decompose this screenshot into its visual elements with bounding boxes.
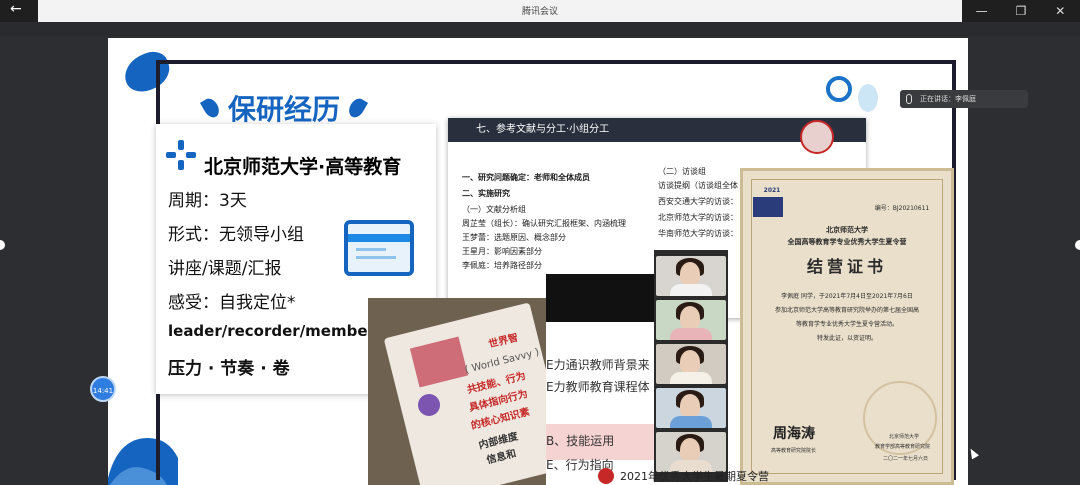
doc-line: 一、研究问题确定：老师和全体成员: [462, 173, 590, 182]
speaking-indicator: 正在讲话：李佩庭: [900, 90, 1028, 108]
card-line: 讲座/课题/汇报: [168, 259, 282, 279]
cert-right-org: 北京师范大学: [889, 434, 920, 440]
doc-line: 王梦蕾：选题原因、概念部分: [462, 233, 566, 242]
doc-line: 西安交通大学的访谈：: [658, 197, 738, 206]
speaker-label: 正在讲话：李佩庭: [920, 95, 976, 103]
doc-line: 华南师范大学的访谈：: [658, 229, 738, 238]
certificate: 2021 编号：BJ20210611 北京师范大学 全国高等教育学专业优秀大学生…: [740, 168, 954, 485]
decor-ring: [826, 76, 852, 102]
browser-window-icon: [344, 220, 414, 276]
card-line: 感受：自我定位*: [168, 293, 296, 313]
window-controls: — ❐ ✕: [962, 0, 1080, 22]
heading-text: 保研经历: [228, 93, 341, 126]
window-title: 腾讯会议: [521, 7, 558, 17]
participant-tile[interactable]: [656, 432, 726, 472]
cert-org: 北京师范大学: [826, 226, 868, 234]
certificate-logo: [753, 197, 783, 217]
card-line: 形式：无领导小组: [168, 225, 304, 245]
cert-date: 二〇二一年七月六日: [883, 456, 929, 462]
meeting-timer[interactable]: 14:41: [90, 376, 116, 402]
title-bar: ← 腾讯会议 — ❐ ✕: [0, 0, 1080, 22]
cert-subtitle: 全国高等教育学专业优秀大学生夏令营: [787, 238, 907, 246]
doc-line: （二）访谈组: [658, 167, 706, 176]
cert-body: 参加北京师范大学高等教育研究院举办的第七届全国高: [774, 307, 919, 314]
doc-line: 王星月：影响因素部分: [462, 247, 542, 256]
inner-slide-strip: E力通识教师背景来 E力教师教育课程体 B、技能运用 E、行为指向: [546, 274, 654, 484]
cert-badge: 2021: [763, 187, 781, 194]
card-line: 周期：3天: [168, 191, 247, 211]
participant-tile[interactable]: [656, 256, 726, 296]
book-photo: 世界智 ( World Savvy ) 共技能、行为 具体指向行为 的核心知识素…: [368, 298, 546, 485]
card-line: 压力 · 节奏 · 卷: [168, 359, 290, 379]
cert-name-line: 李佩庭 同学，于2021年7月4日至2021年7月6日: [781, 293, 913, 300]
cert-serial: 编号：BJ20210611: [874, 205, 930, 212]
doc-line: 李佩庭：培养路径部分: [462, 261, 542, 270]
cert-title: 结营证书: [806, 257, 887, 276]
participant-tile[interactable]: [656, 388, 726, 428]
minimize-icon[interactable]: —: [962, 0, 1001, 22]
doc-line: 北京师范大学的访谈：: [658, 213, 738, 222]
cert-sign-title: 高等教育研究院院长: [771, 448, 817, 454]
cert-signature: 周海涛: [773, 426, 815, 442]
doc-line: 访谈提纲（访谈组全体: [658, 181, 738, 190]
participant-tile[interactable]: [656, 300, 726, 340]
doc-line: （一）文献分析组: [462, 205, 526, 214]
maximize-icon[interactable]: ❐: [1001, 0, 1040, 22]
cert-right-org: 教育学部高等教育研究院: [875, 444, 931, 450]
strip-text: E力教师教育课程体: [546, 380, 650, 394]
university-seal: [800, 120, 834, 154]
participant-tile[interactable]: [656, 344, 726, 384]
bottom-caption: 2021年优秀大学生暑期夏令营: [620, 470, 769, 483]
strip-text: B、技能运用: [546, 434, 615, 448]
mic-icon: [906, 94, 912, 104]
doc-line: 二、实施研究: [462, 189, 510, 198]
cert-body: 等教育学专业优秀大学生夏令营活动。: [795, 321, 898, 328]
doc-line: 周芷莹（组长）：确认研究汇报框架、内涵梳理: [462, 219, 626, 228]
card-line: leader/recorder/member/: [168, 322, 381, 340]
cert-body: 特发此证，以资证明。: [816, 335, 877, 342]
participant-gallery: [654, 250, 728, 482]
decor-drop: [858, 84, 878, 112]
university-title: 北京师范大学·高等教育: [204, 156, 402, 178]
caption-logo: [598, 468, 614, 484]
decor-drop-left: [199, 95, 223, 121]
slide-heading: 保研经历: [199, 88, 369, 128]
resize-handle-right[interactable]: [1075, 240, 1080, 250]
close-icon[interactable]: ✕: [1041, 0, 1080, 22]
presentation-slide: 保研经历 北京师范大学·高等教育 周期：3天 形式：无领导小组 讲座/课题/汇报…: [108, 38, 968, 485]
strip-text: E力通识教师背景来: [546, 358, 650, 372]
toolbar-band: [0, 22, 1080, 36]
plus-logo-icon: [166, 140, 196, 170]
